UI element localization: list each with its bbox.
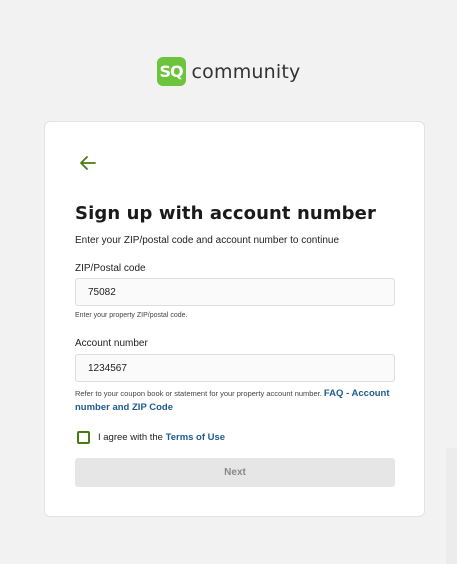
account-label: Account number bbox=[75, 338, 148, 349]
page-edge-shade bbox=[446, 448, 457, 564]
signup-card: Sign up with account number Enter your Z… bbox=[44, 121, 425, 517]
page-title: Sign up with account number bbox=[75, 203, 376, 224]
account-input[interactable] bbox=[75, 354, 395, 382]
account-hint-text: Refer to your coupon book or statement f… bbox=[75, 389, 322, 398]
terms-checkbox[interactable] bbox=[77, 431, 90, 444]
terms-prefix: I agree with the bbox=[98, 432, 163, 443]
zip-hint: Enter your property ZIP/postal code. bbox=[75, 312, 188, 319]
terms-link[interactable]: Terms of Use bbox=[166, 432, 225, 443]
next-button[interactable]: Next bbox=[75, 458, 395, 487]
account-hint: Refer to your coupon book or statement f… bbox=[75, 387, 400, 415]
page-subtitle: Enter your ZIP/postal code and account n… bbox=[75, 235, 340, 246]
terms-agreement: I agree with the Terms of Use bbox=[77, 431, 225, 444]
back-arrow-icon[interactable] bbox=[78, 153, 98, 173]
zip-input[interactable] bbox=[75, 278, 395, 306]
sq-logo-mark: SQ bbox=[156, 57, 186, 86]
zip-label: ZIP/Postal code bbox=[75, 263, 146, 274]
logo-text: community bbox=[191, 60, 301, 83]
logo: SQ community bbox=[0, 57, 457, 86]
